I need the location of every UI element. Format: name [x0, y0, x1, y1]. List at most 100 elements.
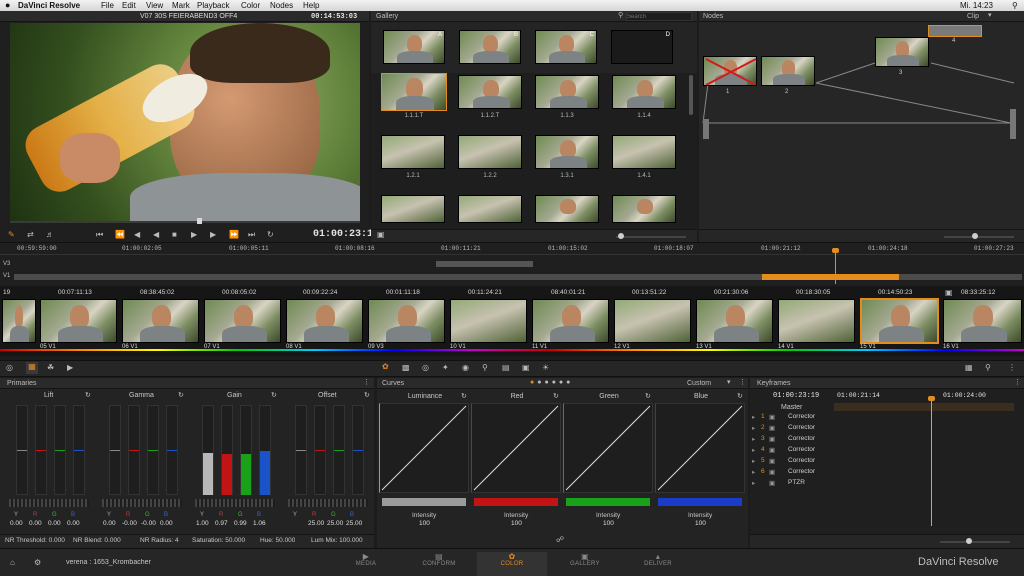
page-media[interactable]: ▶ MEDIA [345, 552, 387, 576]
gallery-zoom-handle[interactable] [618, 233, 624, 239]
rewind-button[interactable]: ⏪ [115, 230, 125, 239]
node-output-handle[interactable] [1010, 109, 1016, 139]
highlight-tool-icon[interactable]: ✎ [8, 230, 15, 239]
timeline-playhead-marker[interactable] [832, 248, 839, 253]
viewer-scrubber[interactable] [10, 221, 360, 223]
node-4[interactable] [928, 25, 982, 37]
audio-icon[interactable]: ♬ [46, 230, 54, 239]
shuffle-icon[interactable]: ⇄ [27, 230, 34, 239]
apple-icon[interactable]: ● [5, 0, 10, 11]
curve-intensity-bar[interactable] [382, 498, 466, 506]
clip-thumb[interactable] [2, 299, 36, 343]
kf-master-track[interactable] [834, 403, 1014, 411]
still-2[interactable] [458, 75, 522, 109]
playhead-handle[interactable] [197, 218, 202, 224]
reset-icon[interactable]: ↻ [645, 392, 651, 400]
nodes-mode[interactable]: Clip [967, 12, 979, 22]
kf-playhead[interactable] [931, 396, 932, 526]
keyframe-row[interactable]: ▸ 6 ▣ Corrector [752, 468, 832, 478]
gallery-view-icon[interactable]: ▣ [377, 230, 385, 239]
hue[interactable]: Hue: 50.000 [260, 537, 295, 544]
still-5[interactable] [381, 135, 445, 169]
first-frame-button[interactable]: ⏮ [96, 230, 103, 240]
node-3[interactable] [875, 37, 929, 67]
still-8[interactable] [612, 135, 676, 169]
clip-strip-view-icon[interactable]: ▣ [945, 288, 953, 297]
sizing-icon[interactable]: ▤ [502, 363, 510, 372]
node-2[interactable] [761, 56, 815, 86]
timeline-playhead[interactable] [835, 248, 836, 284]
spotlight-icon[interactable]: ⚲ [1012, 0, 1018, 11]
gear-icon[interactable]: ⚙ [34, 558, 41, 567]
clip-thumb-selected[interactable] [860, 298, 939, 344]
still-11[interactable] [535, 195, 599, 223]
wheel-jog[interactable] [195, 499, 275, 507]
menu-mark[interactable]: Mark [172, 0, 190, 11]
v1-selected-clip[interactable] [762, 274, 899, 280]
wheel-value[interactable]: 0.00 [29, 520, 42, 527]
lock-icon[interactable]: ▣ [769, 424, 775, 432]
nodes-menu-icon[interactable]: ▾ [988, 11, 992, 21]
still-9[interactable] [381, 195, 445, 223]
kf-playhead-marker[interactable] [928, 396, 935, 401]
play-reverse-button[interactable]: ◀ [153, 230, 159, 239]
menu-playback[interactable]: Playback [197, 0, 229, 11]
menu-nodes[interactable]: Nodes [270, 0, 293, 11]
curve-graph[interactable] [379, 403, 469, 493]
stereo-icon[interactable]: ▣ [522, 363, 530, 372]
lock-icon[interactable]: ▣ [769, 435, 775, 443]
clip-thumb[interactable] [532, 299, 609, 343]
clip-thumb[interactable] [286, 299, 363, 343]
viewer-clip-name[interactable]: V07 30S FEIERABEND3 OFF4 [140, 12, 237, 22]
page-conform[interactable]: ▤ CONFORM [416, 552, 462, 576]
page-gallery[interactable]: ▣ GALLERY [563, 552, 607, 576]
step-back-button[interactable]: ◀ [134, 230, 140, 239]
wheel-value[interactable]: 0.00 [48, 520, 61, 527]
curves-mode-select[interactable]: Custom [687, 379, 711, 389]
curve-intensity-bar[interactable] [474, 498, 558, 506]
camera-raw-icon[interactable]: ◎ [6, 363, 13, 372]
reset-icon[interactable]: ↻ [461, 392, 467, 400]
wheel-jog[interactable] [9, 499, 89, 507]
keyframe-row[interactable]: ▸ 2 ▣ Corrector [752, 424, 832, 434]
wheel-jog[interactable] [288, 499, 368, 507]
lock-icon[interactable]: ▣ [769, 468, 775, 476]
wheel-value[interactable]: 25.00 [327, 520, 343, 527]
key-icon[interactable]: ⚲ [482, 363, 488, 372]
loop-icon[interactable]: ↻ [267, 230, 274, 239]
window-icon[interactable]: ◎ [422, 363, 429, 372]
curve-intensity-bar[interactable] [566, 498, 650, 506]
nr-blend[interactable]: NR Blend: 0.000 [73, 537, 121, 544]
keyframe-row[interactable]: ▸ 1 ▣ Corrector [752, 413, 832, 423]
still-12[interactable] [612, 195, 676, 223]
tracker-icon[interactable]: ✦ [442, 363, 449, 372]
curve-graph[interactable] [655, 403, 745, 493]
still-7[interactable] [535, 135, 599, 169]
reset-icon[interactable]: ↻ [364, 391, 370, 399]
effects-icon[interactable]: ☀ [542, 363, 549, 372]
curve-graph[interactable] [471, 403, 561, 493]
last-frame-button[interactable]: ⏭ [248, 230, 255, 240]
clip-thumb[interactable] [943, 299, 1022, 343]
intensity-value[interactable]: 100 [419, 520, 430, 527]
keyframe-row[interactable]: ▸ ▣ PTZR [752, 479, 832, 489]
still-6[interactable] [458, 135, 522, 169]
reset-icon[interactable]: ↻ [553, 392, 559, 400]
nr-radius[interactable]: NR Radius: 4 [140, 537, 179, 544]
menu-view[interactable]: View [146, 0, 163, 11]
clip-thumb[interactable] [122, 299, 199, 343]
nr-threshold[interactable]: NR Threshold: 0.000 [5, 537, 65, 544]
album-d[interactable]: D [611, 30, 673, 64]
saturation[interactable]: Saturation: 50.000 [192, 537, 245, 544]
clip-thumb[interactable] [450, 299, 527, 343]
kf-zoom-handle[interactable] [966, 538, 972, 544]
page-color[interactable]: ✿ COLOR [477, 552, 547, 576]
v3-clip[interactable] [436, 261, 533, 267]
motion-icon[interactable]: ▶ [67, 363, 73, 372]
node-1[interactable] [703, 56, 757, 86]
kf-zoom-slider[interactable] [940, 541, 1010, 543]
grid-view-icon[interactable]: ▦ [965, 363, 973, 372]
wheel-value[interactable]: 0.99 [234, 520, 247, 527]
lock-icon[interactable]: ▣ [769, 457, 775, 465]
album-a[interactable]: A [383, 30, 445, 64]
